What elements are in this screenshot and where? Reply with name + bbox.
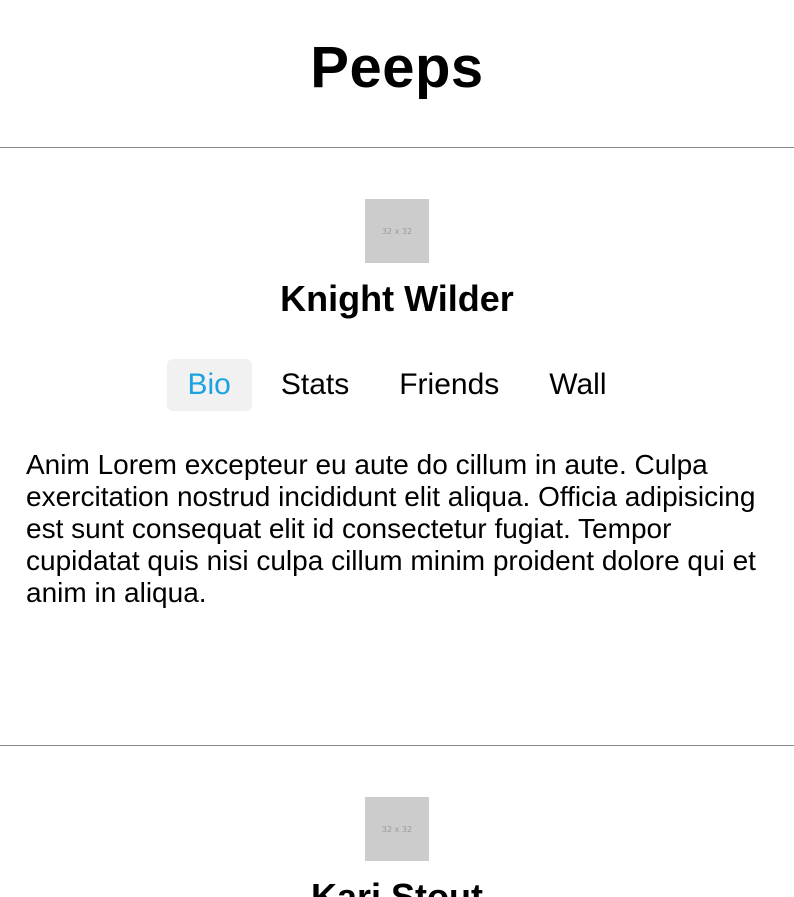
page-title: Peeps xyxy=(310,35,484,100)
avatar: 32 x 32 xyxy=(365,199,429,263)
avatar: 32 x 32 xyxy=(365,797,429,861)
tab-bio[interactable]: Bio xyxy=(166,359,252,411)
bio-text: Anim Lorem excepteur eu aute do cillum i… xyxy=(26,449,756,608)
profile-tabs: Bio Stats Friends Wall xyxy=(0,359,794,411)
profile-name: Knight Wilder xyxy=(280,278,514,319)
profile-name: Kari Stout xyxy=(310,876,483,897)
avatar-placeholder-label: 32 x 32 xyxy=(381,226,413,236)
tab-wall[interactable]: Wall xyxy=(528,359,627,411)
tab-stats[interactable]: Stats xyxy=(260,359,370,411)
tab-friends[interactable]: Friends xyxy=(378,359,520,411)
profile-card: 32 x 32 Kari Stout xyxy=(0,797,794,897)
page: Peeps 32 x 32 Knight Wilder Bio Stats Fr… xyxy=(0,0,794,897)
avatar-placeholder-label: 32 x 32 xyxy=(381,824,413,834)
page-header: Peeps xyxy=(0,0,794,148)
profile-card: 32 x 32 Knight Wilder Bio Stats Friends … xyxy=(0,199,794,746)
